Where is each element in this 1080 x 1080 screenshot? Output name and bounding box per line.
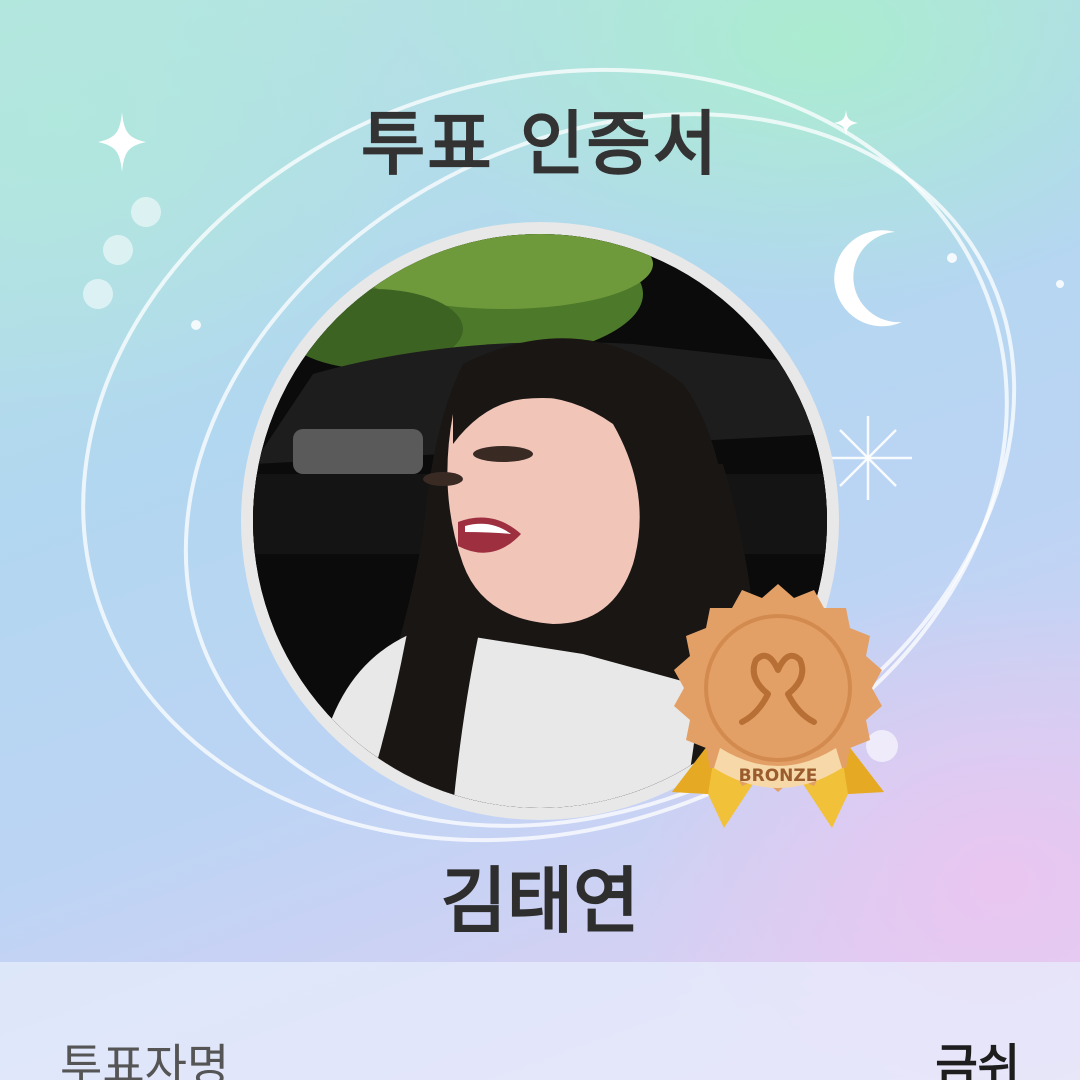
candidate-name: 김태연 [440,859,640,943]
vote-certificate-card: 투표 인증서 BRONZE 김태연 투표자명 금쉬 [0,0,1080,1080]
moon-icon [834,230,902,327]
badge-tier-label: BRONZE [739,766,818,786]
voter-name-value: 금쉬 [935,1039,1020,1080]
planet-dot [191,320,201,330]
voter-name-label: 투표자명 [60,1039,230,1080]
medal-badge-icon: BRONZE [672,584,884,828]
planet-dot [1056,280,1064,288]
page-title: 투표 인증서 [360,103,720,185]
planet-dot [103,235,133,265]
planet-dot [947,253,957,263]
planet-dot [83,279,113,309]
star-icon [826,416,912,500]
planet-dot [131,197,161,227]
